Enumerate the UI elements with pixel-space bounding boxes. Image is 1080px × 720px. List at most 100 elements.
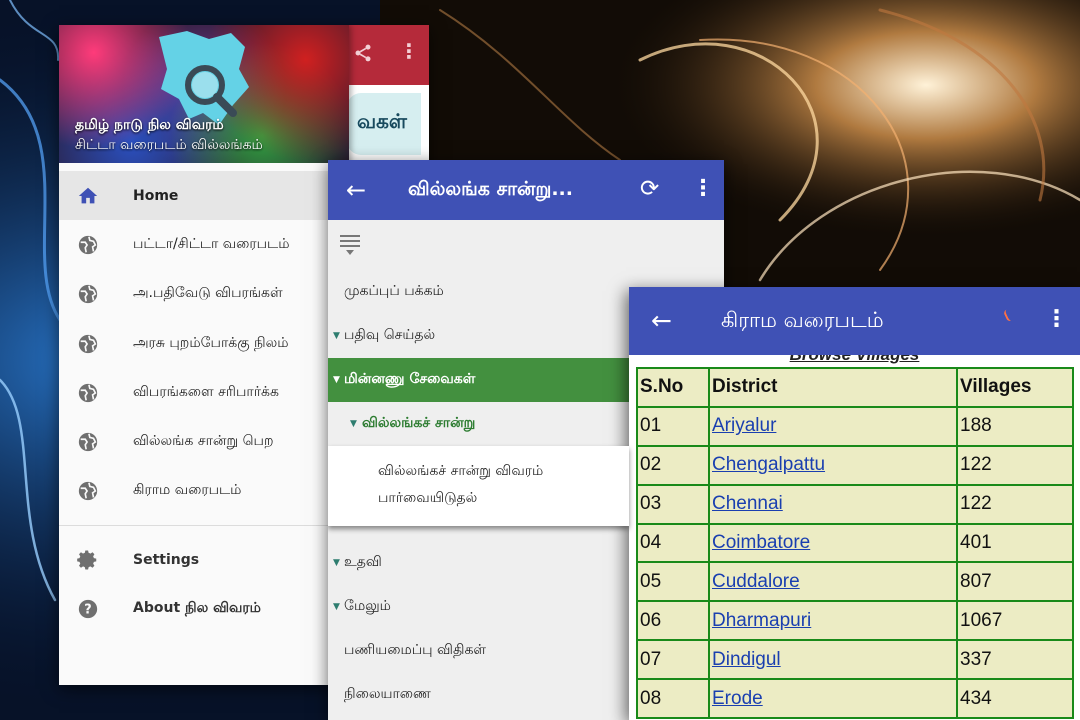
drawer-item-label: Home bbox=[133, 187, 179, 204]
villages-cell: 401 bbox=[956, 522, 1074, 564]
drawer-item-label: கிராம வரைபடம் bbox=[133, 482, 242, 499]
globe-icon bbox=[76, 430, 100, 454]
serial-cell: 01 bbox=[636, 405, 710, 447]
table-row: 07 Dindigul 337 bbox=[636, 639, 1074, 681]
drawer-item-home[interactable]: Home bbox=[59, 171, 349, 221]
table-row: 08 Erode 434 bbox=[636, 678, 1074, 720]
drawer-header-title: தமிழ் நாடு நில விவரம் bbox=[75, 117, 224, 133]
expand-arrow-icon: ▼ bbox=[350, 419, 357, 429]
globe-icon bbox=[76, 332, 100, 356]
share-icon[interactable] bbox=[353, 43, 373, 68]
column-header: Villages bbox=[956, 367, 1074, 408]
globe-icon bbox=[76, 381, 100, 405]
table-row: 04 Coimbatore 401 bbox=[636, 522, 1074, 564]
tree-item-label: வில்லங்கச் சான்று bbox=[362, 415, 476, 431]
drawer-item-label: Settings bbox=[133, 551, 200, 568]
tree-item-label: பணியமைப்பு விதிகள் bbox=[344, 642, 487, 658]
table-header-row: S.No District Villages bbox=[636, 367, 1074, 408]
app-bar: ← கிராம வரைபடம் ⋮ bbox=[629, 287, 1080, 355]
district-cell: Coimbatore bbox=[708, 522, 958, 564]
loading-spinner-icon bbox=[1002, 307, 1016, 323]
villages-cell: 122 bbox=[956, 483, 1074, 525]
villages-cell: 807 bbox=[956, 561, 1074, 603]
district-link[interactable]: Erode bbox=[712, 688, 763, 709]
tree-item-label: மேலும் bbox=[344, 598, 391, 614]
district-link[interactable]: Ariyalur bbox=[712, 415, 776, 436]
table-row: 01 Ariyalur 188 bbox=[636, 405, 1074, 447]
app-bar: ← வில்லங்க சான்று... ⟳ ⋮ bbox=[328, 160, 724, 220]
drawer-item-label: அரசு புறம்போக்கு நிலம் bbox=[133, 334, 289, 351]
column-header: District bbox=[708, 367, 958, 408]
village-table: S.No District Villages 01 Ariyalur 188 0… bbox=[636, 367, 1074, 720]
drawer-item-label: பட்டா/சிட்டா வரைபடம் bbox=[133, 235, 290, 252]
tree-item-label: பதிவு செய்தல் bbox=[344, 327, 436, 343]
tree-item-label: முகப்புப் பக்கம் bbox=[344, 283, 444, 299]
screen-village-map: ← கிராம வரைபடம் ⋮ Browse Villages S.No D… bbox=[629, 287, 1080, 720]
tree-item-label: மின்னணு சேவைகள் bbox=[344, 371, 476, 387]
help-icon: ? bbox=[76, 597, 100, 621]
serial-cell: 03 bbox=[636, 483, 710, 525]
serial-cell: 08 bbox=[636, 678, 710, 720]
tree-item-view-encumbrance[interactable]: வில்லங்கச் சான்று விவரம் பார்வையிடுதல் bbox=[328, 446, 629, 526]
drawer-item-verify[interactable]: விபரங்களை சரிபார்க்க bbox=[59, 368, 349, 417]
back-arrow-icon[interactable]: ← bbox=[651, 306, 672, 335]
expand-arrow-icon: ▼ bbox=[333, 331, 340, 341]
drawer-header: தமிழ் நாடு நில விவரம் சிட்டா வரைபடம் வில… bbox=[59, 25, 349, 163]
drawer-menu: Home பட்டா/சிட்டா வரைபடம் அ.பதிவேடு விபர… bbox=[59, 171, 349, 634]
district-cell: Erode bbox=[708, 678, 958, 720]
drawer-item-encumbrance[interactable]: வில்லங்க சான்று பெற bbox=[59, 417, 349, 466]
villages-cell: 188 bbox=[956, 405, 1074, 447]
district-link[interactable]: Chengalpattu bbox=[712, 454, 825, 475]
drawer-item-village-map[interactable]: கிராம வரைபடம் bbox=[59, 467, 349, 516]
home-icon bbox=[76, 184, 100, 208]
globe-icon bbox=[76, 233, 100, 257]
filter-row bbox=[328, 220, 724, 270]
expand-arrow-icon: ▼ bbox=[333, 602, 340, 612]
district-link[interactable]: Chennai bbox=[712, 493, 783, 514]
drawer-item-poramboke[interactable]: அரசு புறம்போக்கு நிலம் bbox=[59, 319, 349, 368]
table-row: 06 Dharmapuri 1067 bbox=[636, 600, 1074, 642]
district-cell: Chengalpattu bbox=[708, 444, 958, 486]
table-row: 03 Chennai 122 bbox=[636, 483, 1074, 525]
expand-arrow-icon: ▼ bbox=[333, 558, 340, 568]
district-cell: Dindigul bbox=[708, 639, 958, 681]
drawer-item-label: அ.பதிவேடு விபரங்கள் bbox=[133, 285, 283, 302]
more-vert-icon[interactable]: ⋮ bbox=[692, 176, 714, 201]
drawer-divider bbox=[59, 525, 349, 527]
drawer-header-subtitle: சிட்டா வரைபடம் வில்லங்கம் bbox=[75, 137, 263, 153]
table-row: 05 Cuddalore 807 bbox=[636, 561, 1074, 603]
drawer-item-about[interactable]: ? About நில விவரம் bbox=[59, 584, 349, 633]
page-title: வில்லங்க சான்று... bbox=[408, 178, 573, 200]
list-filter-icon[interactable] bbox=[338, 232, 362, 262]
globe-icon bbox=[76, 282, 100, 306]
more-vert-icon[interactable]: ⋮ bbox=[1045, 306, 1068, 332]
globe-icon bbox=[76, 479, 100, 503]
district-link[interactable]: Dharmapuri bbox=[712, 610, 811, 631]
district-link[interactable]: Coimbatore bbox=[712, 532, 810, 553]
back-arrow-icon[interactable]: ← bbox=[346, 176, 366, 204]
expand-arrow-icon: ▼ bbox=[333, 375, 340, 385]
table-row: 02 Chengalpattu 122 bbox=[636, 444, 1074, 486]
district-link[interactable]: Cuddalore bbox=[712, 571, 800, 592]
district-cell: Cuddalore bbox=[708, 561, 958, 603]
drawer-item-settings[interactable]: Settings bbox=[59, 535, 349, 584]
serial-cell: 05 bbox=[636, 561, 710, 603]
tree-item-label: வில்லங்கச் சான்று விவரம் பார்வையிடுதல் bbox=[378, 463, 544, 506]
peek-banner-text: வகள் bbox=[357, 109, 407, 133]
villages-cell: 1067 bbox=[956, 600, 1074, 642]
peek-banner: வகள் bbox=[347, 93, 421, 155]
drawer-item-label: வில்லங்க சான்று பெற bbox=[133, 433, 274, 450]
svg-text:?: ? bbox=[84, 603, 91, 618]
refresh-icon[interactable]: ⟳ bbox=[640, 176, 659, 202]
drawer-item-patta-chitta[interactable]: பட்டா/சிட்டா வரைபடம் bbox=[59, 220, 349, 269]
villages-cell: 434 bbox=[956, 678, 1074, 720]
navigation-drawer: தமிழ் நாடு நில விவரம் சிட்டா வரைபடம் வில… bbox=[59, 25, 349, 685]
drawer-item-label: விபரங்களை சரிபார்க்க bbox=[133, 383, 279, 400]
district-link[interactable]: Dindigul bbox=[712, 649, 781, 670]
serial-cell: 07 bbox=[636, 639, 710, 681]
more-vert-icon[interactable]: ⋮ bbox=[399, 39, 419, 63]
tree-item-label: நிலையாணை bbox=[344, 686, 431, 702]
drawer-item-a-register[interactable]: அ.பதிவேடு விபரங்கள் bbox=[59, 270, 349, 319]
district-cell: Chennai bbox=[708, 483, 958, 525]
serial-cell: 04 bbox=[636, 522, 710, 564]
